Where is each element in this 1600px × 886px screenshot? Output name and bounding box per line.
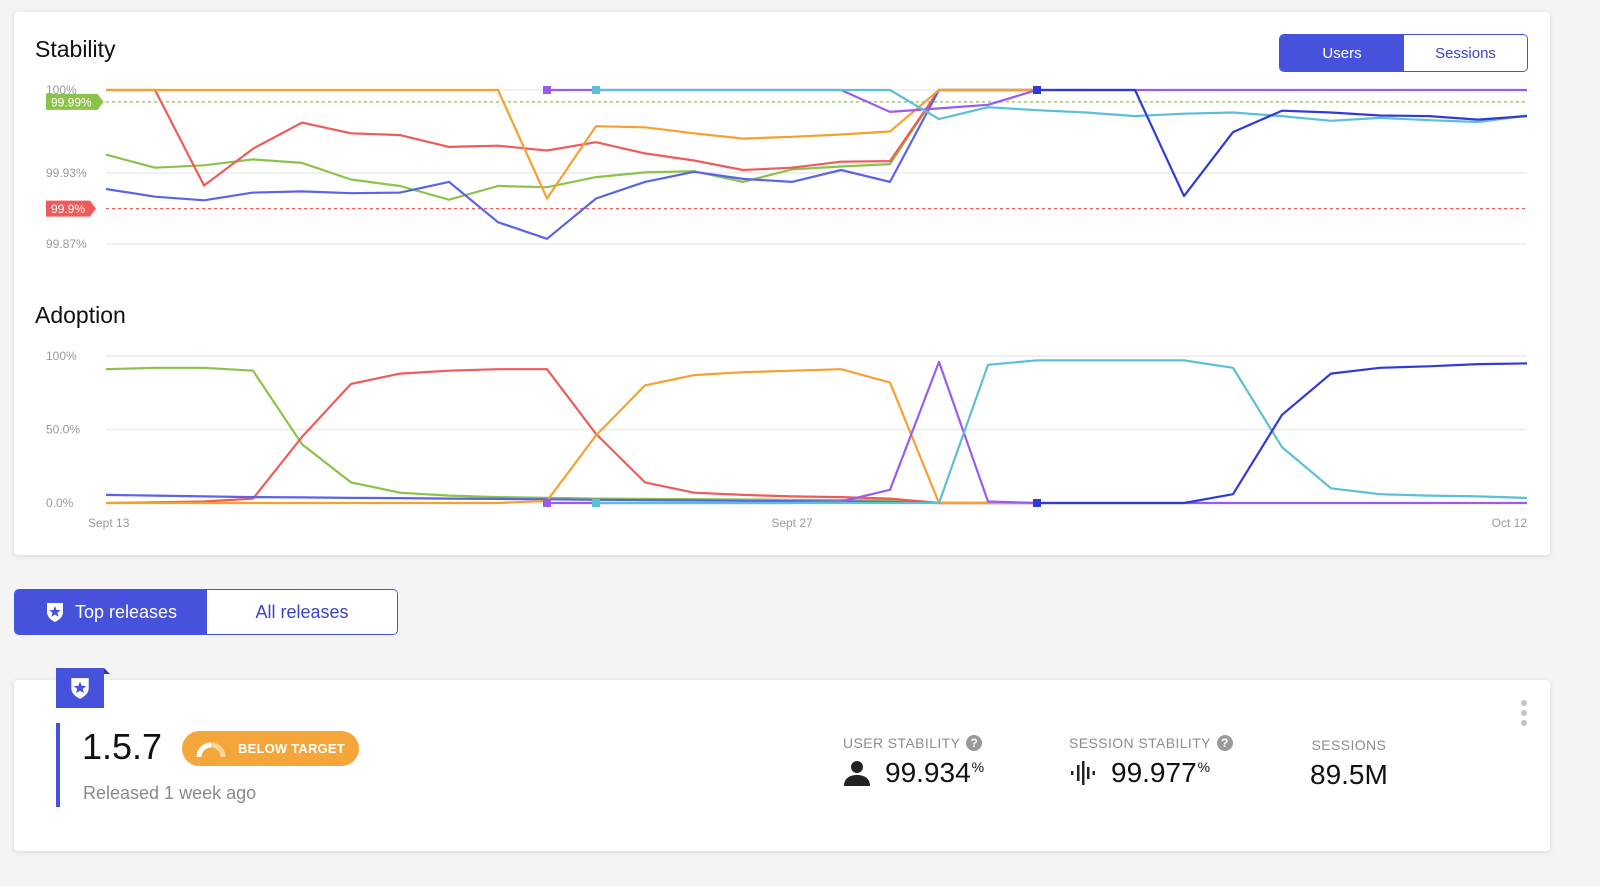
stability-threshold-label: 99.99% bbox=[51, 95, 92, 109]
top-releases-label: Top releases bbox=[74, 601, 178, 622]
user-stability-stat: USER STABILITY ? 99.934% bbox=[843, 735, 984, 789]
adoption-series-start-marker bbox=[543, 499, 551, 507]
session-waveform-icon bbox=[1071, 761, 1095, 785]
stability-y-tick-label: 99.87% bbox=[46, 237, 87, 251]
adoption-series-start-marker bbox=[592, 499, 600, 507]
adoption-x-tick-label: Sept 13 bbox=[88, 516, 130, 530]
adoption-series-purple bbox=[547, 360, 1527, 505]
shield-star-icon bbox=[46, 603, 63, 622]
release-card[interactable]: 1.5.7 BELOW TARGET Released 1 week ago U… bbox=[14, 668, 1550, 851]
adoption-series-start-marker bbox=[1033, 499, 1041, 507]
adoption-series-orange bbox=[106, 368, 1037, 505]
adoption-series-navy bbox=[1037, 362, 1528, 505]
adoption-y-tick-label: 50.0% bbox=[46, 423, 80, 437]
help-icon[interactable]: ? bbox=[1216, 735, 1233, 751]
top-release-flag bbox=[56, 668, 110, 708]
session-stability-value: 99.977 bbox=[1111, 757, 1197, 788]
stability-series-green bbox=[105, 88, 1037, 201]
adoption-x-tick-label: Sept 27 bbox=[771, 516, 813, 530]
top-releases-tab[interactable]: Top releases bbox=[15, 590, 207, 634]
adoption-series-cyan bbox=[596, 359, 1528, 505]
adoption-y-tick-label: 0.0% bbox=[46, 496, 74, 510]
more-options-icon[interactable] bbox=[1520, 700, 1528, 726]
release-filter-toggle: Top releases All releases bbox=[14, 589, 398, 635]
stability-series-cyan bbox=[596, 88, 1528, 124]
percent-sign: % bbox=[971, 758, 985, 775]
stability-series-navy bbox=[1037, 88, 1528, 198]
help-icon[interactable]: ? bbox=[966, 735, 983, 751]
adoption-y-tick-label: 100% bbox=[46, 349, 77, 363]
gauge-icon bbox=[196, 742, 226, 757]
sessions-label: SESSIONS bbox=[1311, 737, 1387, 753]
badge-label: BELOW TARGET bbox=[238, 741, 345, 756]
all-releases-tab[interactable]: All releases bbox=[207, 590, 397, 634]
below-target-badge: BELOW TARGET bbox=[182, 731, 359, 766]
percent-sign: % bbox=[1197, 758, 1211, 775]
all-releases-label: All releases bbox=[255, 601, 349, 622]
session-stability-label: SESSION STABILITY bbox=[1069, 735, 1211, 751]
stability-series-red bbox=[106, 88, 1037, 187]
stability-y-tick-label: 99.93% bbox=[46, 166, 87, 180]
stability-threshold-label: 99.9% bbox=[51, 202, 85, 216]
stability-series-start-marker bbox=[1033, 86, 1041, 94]
adoption-x-tick-label: Oct 12 bbox=[1492, 516, 1528, 530]
release-accent-bar bbox=[56, 723, 60, 807]
adoption-series-green bbox=[105, 366, 1037, 505]
sessions-stat: SESSIONS 89.5M bbox=[1310, 737, 1388, 791]
charts-svg: 100%99.93%99.87%99.99%99.9%100%50.0%0.0%… bbox=[46, 83, 1528, 530]
user-icon bbox=[844, 761, 870, 786]
stability-series-start-marker bbox=[543, 86, 551, 94]
session-stability-stat: SESSION STABILITY ? 99.977% bbox=[1069, 735, 1233, 789]
user-stability-label: USER STABILITY bbox=[843, 735, 961, 751]
release-version[interactable]: 1.5.7 bbox=[82, 726, 162, 768]
charts-card: Stability Users Sessions Adoption 100% 99… bbox=[14, 12, 1550, 555]
shield-star-icon bbox=[71, 678, 89, 699]
adoption-series-red bbox=[105, 368, 1037, 505]
sessions-value: 89.5M bbox=[1310, 759, 1388, 790]
user-stability-value: 99.934 bbox=[885, 757, 971, 788]
stability-series-start-marker bbox=[592, 86, 600, 94]
release-date: Released 1 week ago bbox=[83, 783, 257, 803]
